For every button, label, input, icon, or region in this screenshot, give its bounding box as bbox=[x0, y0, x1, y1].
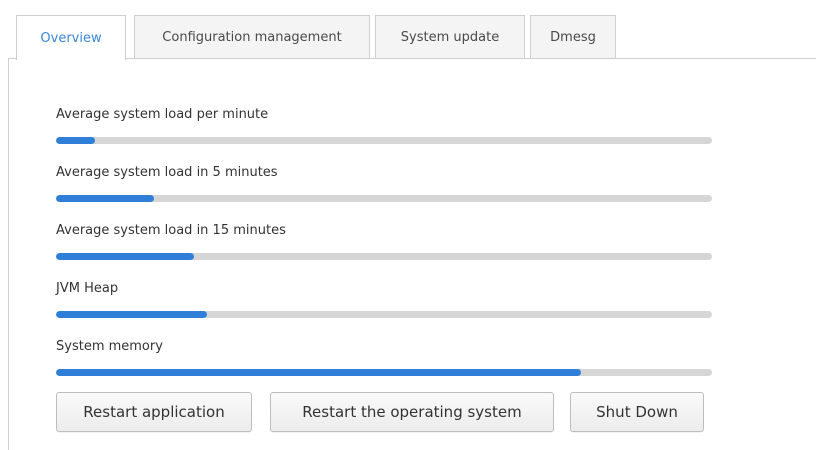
tab-bar: Overview Configuration management System… bbox=[8, 0, 816, 60]
progress-fill bbox=[56, 137, 96, 144]
tab-bar-baseline bbox=[8, 58, 816, 59]
panel-left-border bbox=[8, 58, 9, 450]
metric-label: System memory bbox=[56, 339, 163, 354]
progress-fill bbox=[56, 195, 155, 202]
metric-jvm-heap: JVM Heap bbox=[56, 264, 716, 322]
restart-os-button[interactable]: Restart the operating system bbox=[270, 392, 554, 432]
tab-configuration-management[interactable]: Configuration management bbox=[134, 15, 370, 59]
metric-label: Average system load in 5 minutes bbox=[56, 165, 278, 180]
metric-label: Average system load per minute bbox=[56, 107, 269, 122]
tab-overview[interactable]: Overview bbox=[16, 15, 126, 60]
load-15min-progress-bar bbox=[56, 253, 712, 260]
restart-application-button[interactable]: Restart application bbox=[56, 392, 252, 432]
load-1min-progress-bar bbox=[56, 137, 712, 144]
tab-system-update[interactable]: System update bbox=[375, 15, 525, 59]
metric-load-15min: Average system load in 15 minutes bbox=[56, 206, 716, 264]
metrics-panel: Average system load per minute Average s… bbox=[56, 90, 716, 380]
progress-fill bbox=[56, 253, 194, 260]
system-memory-progress-bar bbox=[56, 369, 712, 376]
jvm-heap-progress-bar bbox=[56, 311, 712, 318]
progress-fill bbox=[56, 369, 581, 376]
metric-label: Average system load in 15 minutes bbox=[56, 223, 286, 238]
progress-fill bbox=[56, 311, 207, 318]
metric-load-1min: Average system load per minute bbox=[56, 90, 716, 148]
metric-system-memory: System memory bbox=[56, 322, 716, 380]
metric-label: JVM Heap bbox=[56, 281, 119, 296]
metric-load-5min: Average system load in 5 minutes bbox=[56, 148, 716, 206]
system-overview-page: Overview Configuration management System… bbox=[0, 0, 816, 450]
shut-down-button[interactable]: Shut Down bbox=[570, 392, 704, 432]
load-5min-progress-bar bbox=[56, 195, 712, 202]
tab-dmesg[interactable]: Dmesg bbox=[530, 15, 616, 59]
